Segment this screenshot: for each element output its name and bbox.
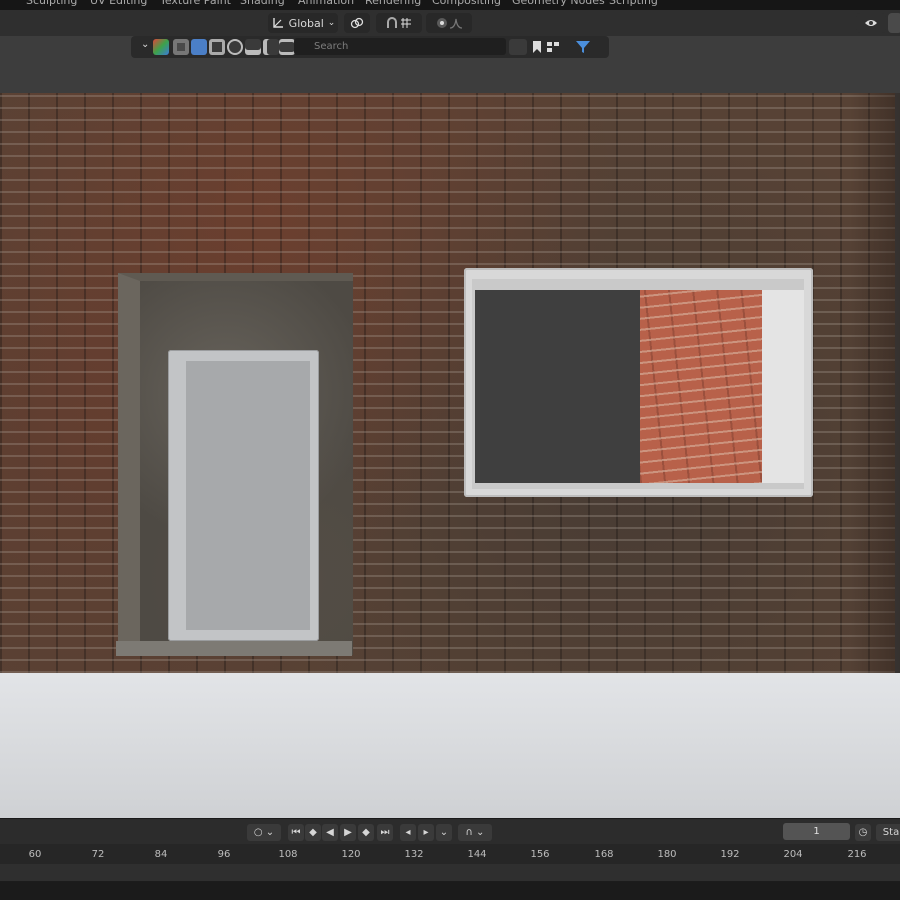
current-frame-value: 1 [813, 826, 820, 837]
bookmark-icon[interactable] [529, 39, 545, 55]
tab-scripting[interactable]: Scripting [609, 0, 658, 8]
jump-end-button[interactable]: ⏭ [377, 824, 393, 841]
ground-plane [0, 673, 900, 818]
status-bar [0, 882, 900, 900]
dropdown-toggle[interactable] [509, 39, 527, 55]
pivot-icon [350, 16, 364, 30]
proportional-icon [435, 16, 449, 30]
tab-animation[interactable]: Animation [298, 0, 354, 8]
tab-compositing[interactable]: Compositing [432, 0, 501, 8]
next-keyframe-button[interactable]: ◆ [358, 824, 374, 841]
door-sill [116, 641, 352, 656]
filter-icon[interactable] [575, 39, 601, 55]
chevron-down-icon: ⌄ [327, 18, 336, 28]
transform-orientation-icon [271, 16, 285, 30]
current-frame-field[interactable]: 1 [783, 823, 850, 840]
stopwatch-icon[interactable]: ◷ [855, 824, 871, 841]
frame-tick: 60 [28, 849, 42, 860]
orientation-label: Global [288, 16, 324, 30]
collection-icon[interactable] [263, 39, 279, 55]
snap-dropdown[interactable] [376, 13, 422, 33]
world-icon[interactable] [227, 39, 243, 55]
visibility-dropdown[interactable] [856, 13, 886, 33]
prev-keyframe-button[interactable]: ◆ [305, 824, 321, 841]
start-frame-label: Sta [882, 827, 900, 838]
frame-tick: 84 [154, 849, 168, 860]
window-side-jamb [762, 290, 804, 483]
transform-orientation-dropdown[interactable]: Global ⌄ [268, 13, 338, 33]
auto-keying-toggle[interactable]: ○ ⌄ [247, 824, 281, 841]
tab-geometry-nodes[interactable]: Geometry Nodes [512, 0, 605, 8]
tab-texture-paint[interactable]: Texture Paint [160, 0, 231, 8]
playback-dropdown[interactable]: ⌄ [436, 824, 452, 841]
tab-uv-editing[interactable]: UV Editing [90, 0, 147, 8]
falloff-icon [449, 16, 463, 30]
prev-key-button[interactable]: ◂ [400, 824, 416, 841]
tab-shading[interactable]: Shading [240, 0, 285, 8]
frame-tick: 180 [657, 849, 677, 860]
frame-tick: 132 [404, 849, 424, 860]
tab-rendering[interactable]: Rendering [365, 0, 421, 8]
play-icon[interactable]: ▶ [340, 824, 356, 841]
frame-tick: 144 [467, 849, 487, 860]
overlay-icon[interactable] [888, 13, 900, 33]
frame-tick: 216 [847, 849, 867, 860]
display-mode-dropdown[interactable] [545, 39, 573, 55]
search-input[interactable]: Search [294, 38, 506, 55]
render-mode-icon[interactable] [209, 39, 225, 55]
chevron-down-icon[interactable]: ⌄ [141, 39, 149, 50]
frame-tick: 156 [530, 849, 550, 860]
next-key-button[interactable]: ▸ [418, 824, 434, 841]
wall-edge-shadow [850, 93, 900, 673]
eye-icon [864, 16, 878, 30]
search-placeholder: Search [314, 41, 349, 52]
snap-grid-icon [399, 16, 413, 30]
viewport-header: Global ⌄ [0, 10, 900, 36]
frame-tick: 72 [91, 849, 105, 860]
window-back-brick [640, 290, 771, 483]
frame-tick: 204 [783, 849, 803, 860]
frame-tick: 120 [341, 849, 361, 860]
keyframe-icon[interactable]: ∩ ⌄ [458, 824, 492, 841]
snap-icon [385, 16, 399, 30]
modifier-icon[interactable] [279, 39, 295, 55]
frame-tick: 108 [278, 849, 298, 860]
frame-tick: 96 [217, 849, 231, 860]
tab-sculpting[interactable]: Sculpting [26, 0, 77, 8]
pivot-point-dropdown[interactable] [344, 13, 370, 33]
3d-viewport[interactable] [0, 93, 900, 818]
workspace-tabbar: Sculpting UV Editing Texture Paint Shadi… [0, 0, 900, 10]
frame-tick: 192 [720, 849, 740, 860]
jump-start-button[interactable]: ⏮ [288, 824, 304, 841]
solid-mode-icon[interactable] [173, 39, 189, 55]
start-frame-field[interactable]: Sta [876, 824, 900, 841]
object-type-icon[interactable] [153, 39, 169, 55]
scene-icon[interactable] [245, 39, 261, 55]
play-reverse-button[interactable]: ◀ [322, 824, 338, 841]
proportional-edit-toggle[interactable] [426, 13, 472, 33]
timeline-header: ○ ⌄ ⏮ ◆ ◀ ▶ ◆ ⏭ ◂ ▸ ⌄ ∩ ⌄ ◷ Sta [0, 818, 900, 844]
frame-tick: 168 [594, 849, 614, 860]
door-panel [186, 361, 310, 630]
material-preview-icon[interactable] [191, 39, 207, 55]
keyframe-track[interactable] [0, 864, 900, 882]
